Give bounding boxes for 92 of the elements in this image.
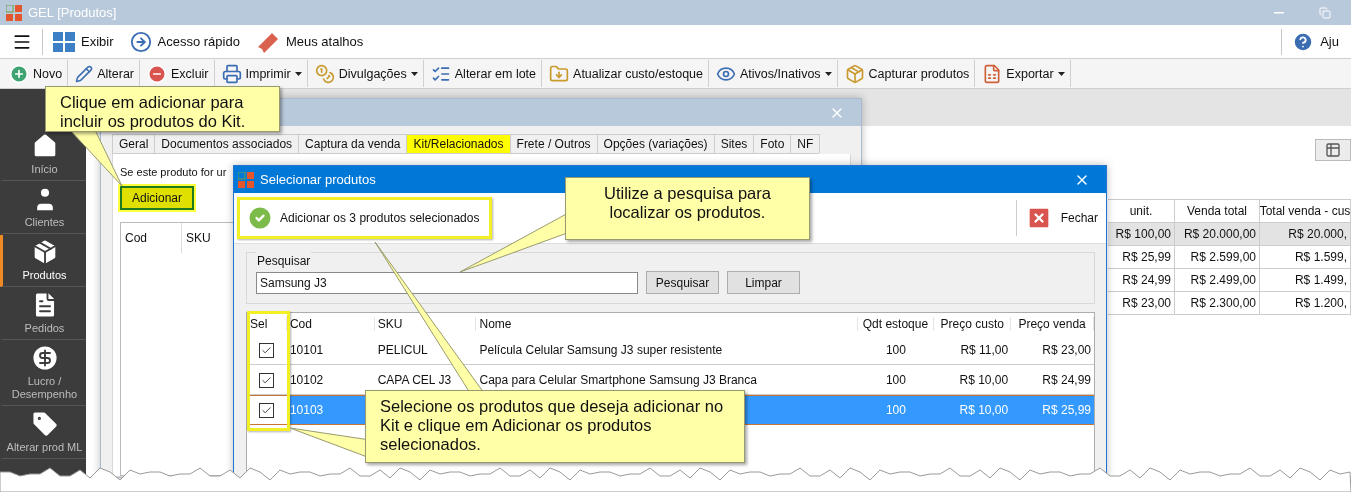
arrow-circle-icon xyxy=(129,30,152,53)
column-header: Preço custo xyxy=(934,317,1012,331)
toolbar-button[interactable]: Atualizar custo/estoque xyxy=(544,60,709,87)
table-cell: R$ 1.499, xyxy=(1260,269,1351,292)
checkbox[interactable] xyxy=(259,372,275,388)
search-action-button[interactable]: Limpar xyxy=(727,271,800,294)
search-action-button[interactable]: Pesquisar xyxy=(646,271,719,294)
tab[interactable]: Geral xyxy=(112,134,156,153)
table-cell: R$ 24,99 xyxy=(1108,269,1175,292)
column-header: Cod xyxy=(121,223,182,253)
restore-icon xyxy=(1319,6,1331,19)
table-cell-text: R$ 10,00 xyxy=(958,403,1010,417)
tab[interactable]: NF xyxy=(790,134,821,153)
table-cell: R$ 2.300,00 xyxy=(1175,292,1260,315)
help-button[interactable]: Aju xyxy=(1286,26,1345,57)
add-button[interactable]: Adicionar xyxy=(120,186,194,210)
toolbar-button[interactable]: Divulgações xyxy=(309,60,424,87)
dialog-title: Selecionar produtos xyxy=(260,172,377,187)
toolbar-button[interactable]: Capturar produtos xyxy=(839,60,976,87)
table-cell-text: 10102 xyxy=(288,373,325,387)
sidebar-item[interactable]: Pedidos xyxy=(0,288,86,340)
toolbar-button[interactable]: Exportar xyxy=(977,60,1071,87)
group-label: Pesquisar xyxy=(256,252,312,270)
tab[interactable]: Captura da venda xyxy=(298,134,408,153)
tab[interactable]: Kit/Relacionados xyxy=(406,134,511,153)
check-icon xyxy=(246,204,274,232)
callout: Utilize a pesquisa para localizar os produtos. xyxy=(565,177,810,240)
table-cell-text: R$ 25,99 xyxy=(1041,403,1092,417)
caret-icon xyxy=(294,71,302,76)
help-icon xyxy=(1292,30,1315,53)
plus-icon xyxy=(9,63,29,84)
pencil-icon xyxy=(75,64,94,83)
search-field[interactable]: Samsung J3 xyxy=(256,271,638,294)
table-cell: R$ 20.000,00 xyxy=(1175,223,1260,246)
check-icon xyxy=(261,374,273,386)
table-cell-text: 100 xyxy=(884,343,907,357)
grid-icon xyxy=(53,31,75,52)
tab[interactable]: Opções (variações) xyxy=(596,134,715,153)
check-icon xyxy=(261,404,273,416)
table-cell: R$ 2.499,00 xyxy=(1175,269,1260,292)
table-cell-text: 10101 xyxy=(288,343,325,357)
spreadsheet-icon xyxy=(982,63,1003,84)
checkbox[interactable] xyxy=(259,342,275,358)
box-icon xyxy=(844,63,865,84)
minus-icon xyxy=(147,63,167,84)
add-selected-button[interactable]: Adicionar os 3 produtos selecionados xyxy=(237,197,493,239)
caret-icon xyxy=(410,71,418,76)
folder-icon xyxy=(549,63,570,84)
check-icon xyxy=(261,344,273,356)
table-cell-text: R$ 11,00 xyxy=(959,343,1010,357)
close-dialog-button[interactable]: Fechar xyxy=(1015,200,1100,236)
grid-settings-button[interactable] xyxy=(1315,139,1351,161)
toolbar-button[interactable]: Ativos/Inativos xyxy=(711,60,838,87)
table-cell: R$ 1.200, xyxy=(1260,292,1351,315)
caret-icon xyxy=(824,71,832,76)
sidebar-item[interactable]: Lucro / Desempenho xyxy=(0,341,86,406)
callout: Selecione os produtos que deseja adicionar no Kit e clique em Adicionar os produtos selecionados. xyxy=(365,390,745,463)
column-header: Qdt estoque xyxy=(857,317,935,331)
column-header: Cod xyxy=(286,317,375,331)
sidebar-item[interactable]: Alterar prod ML xyxy=(0,407,86,459)
table-cell: R$ 23,00 xyxy=(1108,292,1175,315)
checkbox[interactable] xyxy=(259,402,275,418)
app-logo-icon xyxy=(238,171,254,188)
window-title: GEL [Produtos] xyxy=(28,5,118,20)
table-cell-text: CAPA CEL J3 xyxy=(376,373,453,387)
table-cell-text: Capa para Celular Smartphone Samsung J3 Branca xyxy=(478,373,758,387)
table-cell-text: 100 xyxy=(884,403,907,417)
column-header: Preço venda xyxy=(1011,317,1094,331)
table-cell: R$ 100,00 xyxy=(1108,223,1175,246)
column-header: Nome xyxy=(476,317,858,331)
menu-item[interactable]: Acesso rápido xyxy=(123,26,246,57)
table-cell-text: R$ 10,00 xyxy=(958,373,1010,387)
caret-icon xyxy=(1057,71,1065,76)
menu-item[interactable]: Exibir xyxy=(47,26,120,57)
table-cell: R$ 2.599,00 xyxy=(1175,246,1260,269)
table-cell-text: Película Celular Samsung J3 super resistente xyxy=(478,343,724,357)
table-icon xyxy=(1325,142,1341,158)
table-cell-text: 10103 xyxy=(288,403,325,417)
table-cell-text: R$ 24,99 xyxy=(1041,373,1092,387)
table-cell-text: R$ 23,00 xyxy=(1041,343,1092,357)
menu-item[interactable]: Meus atalhos xyxy=(249,26,370,57)
table-cell-text: PELICUL xyxy=(376,343,429,357)
app-logo-icon xyxy=(6,4,22,21)
table-cell: R$ 25,99 xyxy=(1108,246,1175,269)
printer-icon xyxy=(221,63,242,84)
table-cell: R$ 20.000, xyxy=(1260,223,1351,246)
toolbar-button[interactable]: Alterar em lote xyxy=(425,60,543,87)
minimize-icon xyxy=(1274,11,1284,14)
kit-hint: Se este produto for ur xyxy=(120,166,228,178)
table-cell-text: 100 xyxy=(884,373,907,387)
coins-icon xyxy=(314,63,335,84)
table-cell: R$ 1.599, xyxy=(1260,246,1351,269)
